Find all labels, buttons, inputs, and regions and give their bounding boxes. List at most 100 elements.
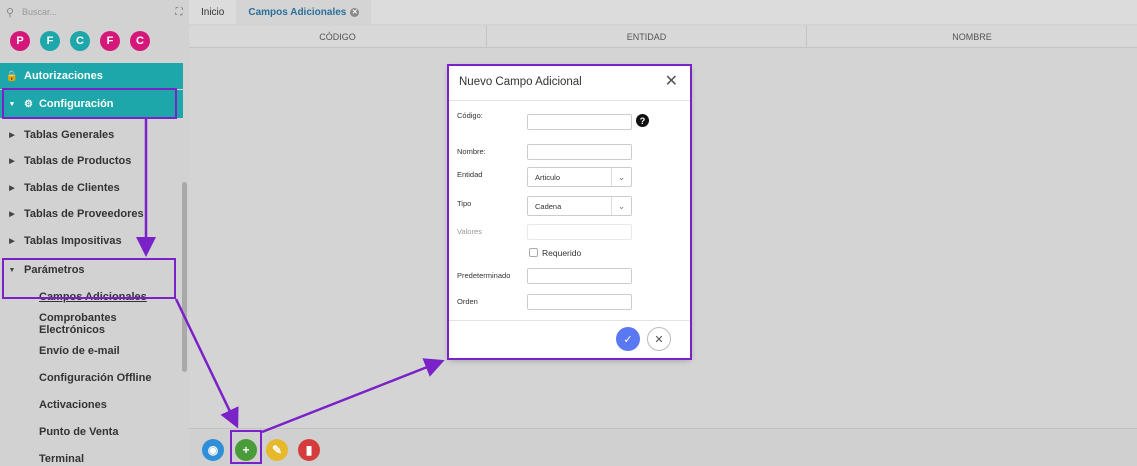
sidebar-item-configuracion[interactable]: ▼ ⚙ Configuración (0, 90, 183, 118)
sidebar-search: ⚲ Buscar... ⛶ (0, 0, 189, 24)
codigo-field[interactable] (527, 114, 632, 130)
close-icon[interactable]: ✕ (665, 71, 678, 91)
sidebar-item-label: Campos Adicionales (39, 291, 147, 303)
sidebar-item-tablas-generales[interactable]: ▶ Tablas Generales (0, 122, 183, 148)
annotation-arrow (261, 358, 445, 434)
sidebar-item-label: Configuración (38, 98, 114, 110)
column-header-nombre[interactable]: NOMBRE (807, 26, 1137, 47)
valores-label: Valores (457, 227, 482, 236)
caret-right-icon: ▶ (9, 132, 15, 139)
valores-field (527, 224, 632, 240)
sidebar-item-campos-adicionales[interactable]: Campos Adicionales (0, 284, 183, 310)
sidebar-item-label: Tablas Generales (24, 129, 115, 141)
search-input[interactable]: Buscar... (22, 7, 169, 17)
gears-icon: ⚙ (24, 98, 33, 110)
sidebar-item-comprobantes[interactable]: Comprobantes Electrónicos (0, 311, 183, 337)
sidebar-item-label: Comprobantes Electrónicos (39, 312, 117, 336)
nombre-field[interactable] (527, 144, 632, 160)
caret-right-icon: ▶ (9, 158, 15, 165)
avatar[interactable]: F (40, 31, 60, 51)
tab-campos-adicionales[interactable]: Campos Adicionales ✕ (236, 0, 372, 24)
tipo-select[interactable]: Cadena ⌄ (527, 196, 632, 216)
view-button[interactable]: ◉ (202, 439, 224, 461)
column-header-codigo[interactable]: CÓDIGO (189, 26, 487, 47)
trash-icon: ▮ (305, 443, 313, 457)
sidebar-item-tablas-impositivas[interactable]: ▶ Tablas Impositivas (0, 228, 183, 254)
requerido-checkbox[interactable] (529, 248, 538, 257)
caret-right-icon: ▶ (9, 211, 15, 218)
bottom-toolbar: ◉ + ✎ ▮ (189, 428, 1137, 466)
tipo-label: Tipo (457, 199, 472, 208)
avatar[interactable]: F (100, 31, 120, 51)
lock-icon: 🔒 (5, 70, 19, 82)
expand-icon[interactable]: ⛶ (169, 7, 189, 18)
sidebar-item-terminal[interactable]: Terminal (0, 446, 183, 466)
close-icon[interactable]: ✕ (350, 7, 360, 17)
caret-down-icon: ▼ (8, 100, 16, 108)
delete-button[interactable]: ▮ (298, 439, 320, 461)
orden-field[interactable] (527, 294, 632, 310)
sidebar-item-parametros[interactable]: ▼ Parámetros (0, 257, 183, 283)
pencil-icon: ✎ (271, 443, 283, 457)
sidebar: ⚲ Buscar... ⛶ PFCFC 🔒 Autorizaciones ▼ ⚙… (0, 0, 189, 466)
codigo-label: Código: (457, 111, 483, 120)
sidebar-item-tablas-clientes[interactable]: ▶ Tablas de Clientes (0, 175, 183, 201)
dialog-title: Nuevo Campo Adicional (459, 76, 582, 88)
search-icon: ⚲ (6, 6, 15, 19)
entidad-select[interactable]: Articulo ⌄ (527, 167, 632, 187)
caret-down-icon: ▼ (8, 266, 16, 274)
sidebar-item-label: Activaciones (39, 399, 107, 411)
sidebar-item-autorizaciones[interactable]: 🔒 Autorizaciones (0, 63, 183, 89)
sidebar-scrollbar[interactable] (182, 182, 187, 372)
sidebar-item-activaciones[interactable]: Activaciones (0, 392, 183, 418)
confirm-button[interactable]: ✓ (616, 327, 640, 351)
tab-label: Campos Adicionales (248, 6, 347, 18)
avatar[interactable]: P (10, 31, 30, 51)
sidebar-item-punto-venta[interactable]: Punto de Venta (0, 419, 183, 445)
chevron-down-icon: ⌄ (611, 168, 631, 186)
tab-label: Inicio (201, 6, 225, 18)
caret-right-icon: ▶ (9, 185, 15, 192)
sidebar-item-tablas-productos[interactable]: ▶ Tablas de Productos (0, 148, 183, 174)
predeterminado-field[interactable] (527, 268, 632, 284)
eye-icon: ◉ (207, 443, 219, 457)
entidad-label: Entidad (457, 170, 483, 179)
sidebar-item-label: Parámetros (24, 264, 85, 276)
predeterminado-label: Predeterminado (457, 271, 511, 280)
sidebar-item-config-offline[interactable]: Configuración Offline (0, 365, 183, 391)
dialog-divider (449, 100, 690, 101)
nombre-label: Nombre: (457, 147, 486, 156)
table-header: CÓDIGO ENTIDAD NOMBRE (189, 26, 1137, 48)
avatar[interactable]: C (130, 31, 150, 51)
sidebar-item-tablas-proveedores[interactable]: ▶ Tablas de Proveedores (0, 201, 183, 227)
chevron-down-icon: ⌄ (611, 197, 631, 215)
sidebar-item-envio-email[interactable]: Envío de e-mail (0, 338, 183, 364)
sidebar-item-label: Terminal (39, 453, 85, 465)
close-icon: ✕ (654, 333, 664, 346)
check-icon: ✓ (623, 333, 633, 346)
requerido-label: Requerido (542, 248, 582, 258)
help-icon[interactable]: ? (636, 114, 649, 127)
tipo-value: Cadena (535, 201, 562, 211)
add-button[interactable]: + (235, 439, 257, 461)
avatar[interactable]: C (70, 31, 90, 51)
sidebar-item-label: Tablas de Clientes (24, 182, 120, 194)
entidad-value: Articulo (535, 172, 561, 182)
new-field-dialog: Nuevo Campo Adicional ✕ Código: ? Nombre… (449, 66, 690, 358)
sidebar-item-label: Tablas de Proveedores (24, 208, 144, 220)
orden-label: Orden (457, 297, 478, 306)
tab-inicio[interactable]: Inicio (189, 0, 236, 24)
avatar-row: PFCFC (10, 31, 150, 51)
caret-right-icon: ▶ (9, 238, 15, 245)
sidebar-item-label: Autorizaciones (24, 70, 103, 82)
sidebar-item-label: Punto de Venta (39, 426, 119, 438)
plus-icon: + (242, 443, 250, 457)
cancel-button[interactable]: ✕ (647, 327, 671, 351)
sidebar-item-label: Envío de e-mail (39, 345, 120, 357)
sidebar-item-label: Configuración Offline (39, 372, 152, 384)
sidebar-item-label: Tablas de Productos (24, 155, 132, 167)
dialog-divider (449, 320, 690, 321)
sidebar-item-label: Tablas Impositivas (24, 235, 122, 247)
edit-button[interactable]: ✎ (266, 439, 288, 461)
column-header-entidad[interactable]: ENTIDAD (487, 26, 807, 47)
